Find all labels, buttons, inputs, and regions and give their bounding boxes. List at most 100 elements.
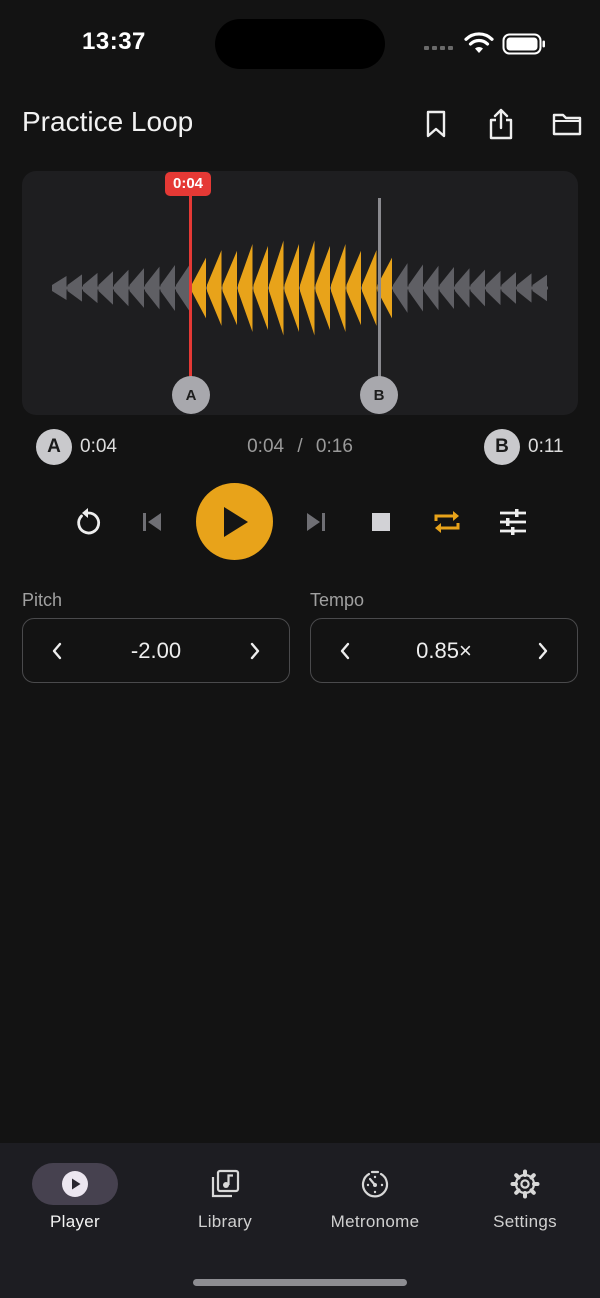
nav-label-settings: Settings — [493, 1212, 557, 1231]
chevron-right-icon — [538, 642, 548, 659]
nav-item-metronome[interactable]: Metronome — [300, 1143, 450, 1253]
nav-item-settings[interactable]: Settings — [450, 1143, 600, 1253]
loop-end-badge[interactable]: B — [484, 429, 520, 465]
stop-button[interactable] — [361, 502, 401, 542]
time-separator: / — [297, 436, 303, 457]
waveform-peak — [83, 272, 98, 304]
tempo-increase-button[interactable] — [518, 619, 568, 682]
tempo-decrease-button[interactable] — [320, 619, 370, 682]
skip-previous-icon — [143, 513, 161, 531]
gear-icon — [510, 1169, 540, 1199]
chevron-left-icon — [52, 642, 62, 659]
waveform-peak — [315, 245, 330, 331]
home-indicator — [193, 1279, 407, 1286]
nav-item-player[interactable]: Player — [0, 1143, 150, 1253]
waveform-peak — [393, 263, 408, 313]
skip-next-icon — [307, 513, 325, 531]
waveform-peak — [470, 269, 485, 307]
waveform-peak — [145, 266, 160, 310]
playhead-time-flag: 0:04 — [165, 172, 212, 196]
nav-library-indicator — [182, 1163, 268, 1205]
waveform-peak — [284, 244, 299, 332]
nav-item-library[interactable]: Library — [150, 1143, 300, 1253]
total-time: 0:16 — [315, 436, 353, 457]
waveform-peak — [439, 267, 454, 309]
waveform-peak — [362, 250, 377, 326]
wifi-icon — [464, 32, 494, 53]
waveform-peak — [114, 269, 129, 307]
waveform-peak — [191, 257, 206, 319]
waveform-peak — [486, 270, 501, 306]
marker-b-handle[interactable]: B — [360, 376, 398, 414]
play-button[interactable] — [196, 483, 273, 560]
folder-icon — [552, 113, 582, 136]
chevron-right-icon — [250, 642, 260, 659]
pitch-increase-button[interactable] — [230, 619, 280, 682]
library-music-icon — [211, 1169, 240, 1198]
playhead-line[interactable] — [189, 194, 192, 396]
share-icon — [489, 108, 513, 140]
waveform-peak — [455, 268, 470, 308]
loop-end-time: 0:11 — [528, 436, 564, 457]
waveform-peak — [408, 264, 423, 312]
waveform-peak — [207, 250, 222, 326]
tune-icon — [500, 509, 526, 535]
cellular-signal-icon — [424, 46, 453, 50]
status-time: 13:37 — [82, 28, 146, 55]
tempo-label: Tempo — [310, 590, 365, 610]
metronome-icon — [361, 1170, 389, 1198]
nav-label-player: Player — [50, 1212, 100, 1231]
waveform-panel[interactable] — [22, 171, 578, 415]
stop-icon — [372, 513, 390, 531]
restart-button[interactable] — [68, 502, 108, 542]
nav-player-indicator — [32, 1163, 118, 1205]
repeat-icon — [434, 511, 460, 533]
bookmark-icon — [426, 110, 446, 138]
waveform-peak — [331, 243, 346, 333]
waveform-peak — [238, 243, 253, 333]
waveform-peak — [222, 250, 237, 326]
nav-metronome-indicator — [332, 1163, 418, 1205]
pitch-decrease-button[interactable] — [32, 619, 82, 682]
replay-icon — [77, 508, 100, 535]
waveform-peak — [160, 264, 175, 312]
playback-progress: 0:04 / 0:16 — [200, 436, 400, 458]
waveform-peak — [517, 273, 532, 303]
loop-start-badge[interactable]: A — [36, 429, 72, 465]
play-icon — [223, 506, 248, 537]
play-circle-icon — [62, 1171, 88, 1197]
share-button[interactable] — [483, 106, 519, 142]
nav-label-metronome: Metronome — [330, 1212, 420, 1231]
skip-next-button[interactable] — [296, 502, 336, 542]
pitch-label: Pitch — [22, 590, 63, 610]
waveform-peak — [253, 245, 268, 331]
waveform-peak — [269, 240, 284, 336]
skip-previous-button[interactable] — [132, 502, 172, 542]
waveform-peak — [52, 276, 67, 300]
waveform-peak — [346, 250, 361, 326]
page-title: Practice Loop — [22, 106, 194, 137]
waveform[interactable] — [22, 171, 578, 415]
loop-toggle-button[interactable] — [426, 502, 468, 542]
equalizer-settings-button[interactable] — [492, 502, 534, 542]
current-time: 0:04 — [247, 436, 285, 457]
waveform-peak — [532, 274, 547, 302]
nav-settings-indicator — [482, 1163, 568, 1205]
waveform-peak — [98, 271, 113, 305]
pitch-stepper[interactable]: -2.00 — [22, 618, 290, 683]
tempo-stepper[interactable]: 0.85× — [310, 618, 578, 683]
waveform-peak — [300, 240, 315, 336]
bookmark-button[interactable] — [418, 106, 454, 142]
loop-end-line[interactable] — [378, 198, 381, 396]
chevron-left-icon — [340, 642, 350, 659]
waveform-peak — [67, 274, 82, 302]
dynamic-island — [215, 19, 385, 69]
open-folder-button[interactable] — [549, 106, 585, 142]
nav-label-library: Library — [197, 1212, 253, 1231]
waveform-peak — [424, 265, 439, 311]
waveform-peak — [501, 272, 516, 304]
loop-start-time: 0:04 — [80, 436, 117, 457]
marker-a-handle[interactable]: A — [172, 376, 210, 414]
battery-icon — [502, 33, 545, 55]
waveform-peak — [129, 268, 144, 308]
